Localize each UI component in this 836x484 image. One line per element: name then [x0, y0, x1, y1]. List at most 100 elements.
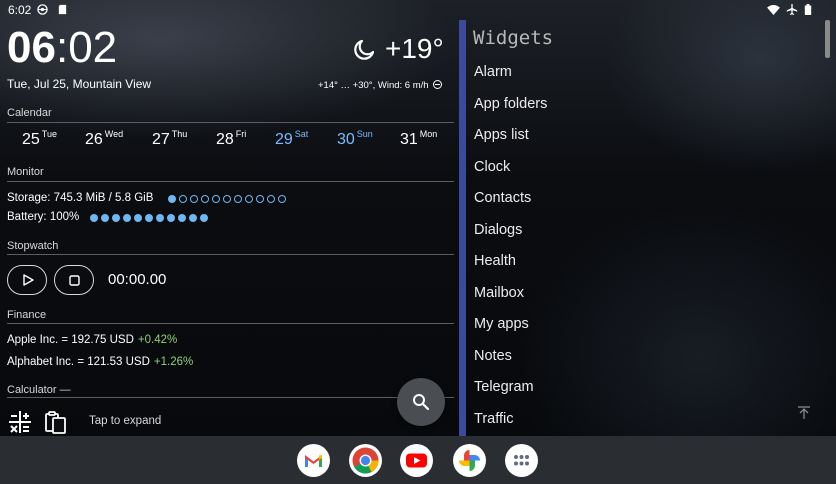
- meter-dot: [112, 214, 120, 222]
- calendar-row: 25 Tue 26 Wed 27 Thu 28 Fri 29 Sat 30 Sun 31 Mo…: [0, 129, 460, 155]
- dock: [0, 436, 836, 484]
- drawer-item-clock[interactable]: Clock: [474, 159, 510, 175]
- calendar-day-weekday: Sun: [356, 129, 373, 139]
- drawer-item-health[interactable]: Health: [474, 253, 516, 269]
- youtube-app[interactable]: [400, 444, 433, 477]
- meter-dot: [189, 214, 197, 222]
- stopwatch-time: 00:00.00: [108, 271, 167, 288]
- chrome-icon: [352, 447, 379, 474]
- drawer-item-notes[interactable]: Notes: [474, 348, 512, 364]
- calculator-tools-icon[interactable]: [8, 410, 32, 434]
- finance-row[interactable]: Alphabet Inc. = 121.53 USD +1.26%: [7, 356, 193, 368]
- meter-dot: [223, 195, 231, 203]
- calendar-day[interactable]: 30 Sun: [337, 129, 373, 149]
- drawer-item-apps-list[interactable]: Apps list: [474, 127, 529, 143]
- weather-details-text: +14° … +30°, Wind: 6 m/h: [318, 80, 429, 91]
- calendar-day-weekday: Thu: [171, 129, 188, 139]
- drawer-accent-bar: [459, 20, 466, 436]
- date-location[interactable]: Tue, Jul 25, Mountain View: [7, 77, 151, 91]
- drawer-item-contacts[interactable]: Contacts: [474, 190, 531, 206]
- drawer-item-dialogs[interactable]: Dialogs: [474, 222, 522, 238]
- calendar-day[interactable]: 25 Tue: [22, 129, 57, 149]
- calendar-label: Calendar: [7, 107, 52, 119]
- battery-text[interactable]: Battery: 100%: [7, 211, 79, 223]
- app-drawer-button[interactable]: [505, 444, 538, 477]
- status-time: 6:02: [8, 3, 32, 17]
- app-drawer-icon: [514, 455, 529, 466]
- clipboard-icon[interactable]: [44, 410, 68, 434]
- calendar-day-number: 30: [337, 131, 355, 148]
- calculator-divider: [7, 397, 454, 398]
- calculator-hint[interactable]: Tap to expand: [89, 415, 161, 427]
- monitor-label: Monitor: [7, 166, 44, 178]
- finance-label: Finance: [7, 309, 47, 321]
- drawer-scrollbar-thumb[interactable]: [825, 20, 830, 58]
- arrow-up-icon[interactable]: [797, 406, 811, 420]
- gmail-app[interactable]: [297, 444, 330, 477]
- calendar-day[interactable]: 27 Thu: [152, 129, 187, 149]
- meter-dot: [178, 214, 186, 222]
- calendar-day-weekday: Fri: [235, 129, 247, 139]
- meter-dot: [278, 195, 286, 203]
- stopwatch-play-button[interactable]: [7, 265, 47, 295]
- status-bar: 6:02: [0, 0, 836, 20]
- play-icon: [23, 274, 34, 286]
- finance-divider: [7, 323, 454, 324]
- meter-dot: [267, 195, 275, 203]
- drawer-item-mailbox[interactable]: Mailbox: [474, 285, 524, 301]
- finance-quote: Apple Inc. = 192.75 USD: [7, 334, 134, 346]
- widgets-drawer: Widgets Alarm App folders Apps list Cloc…: [459, 20, 836, 436]
- stopwatch-divider: [7, 254, 454, 255]
- calendar-day[interactable]: 28 Fri: [216, 129, 246, 149]
- meter-dot: [90, 214, 98, 222]
- drawer-item-telegram[interactable]: Telegram: [474, 379, 534, 395]
- clock-separator: :: [55, 23, 69, 72]
- clock-widget[interactable]: 06:02: [7, 26, 117, 70]
- drawer-item-alarm[interactable]: Alarm: [474, 64, 512, 80]
- calendar-day-number: 28: [216, 131, 234, 148]
- meter-dot: [134, 214, 142, 222]
- drawer-item-my-apps[interactable]: My apps: [474, 316, 529, 332]
- storage-text[interactable]: Storage: 745.3 MiB / 5.8 GiB: [7, 192, 153, 204]
- gmail-icon: [305, 455, 322, 467]
- calendar-day-weekday: Mon: [419, 129, 438, 139]
- wind-direction-icon: [433, 80, 443, 89]
- stop-icon: [69, 274, 80, 286]
- monitor-divider: [7, 181, 454, 182]
- calendar-day[interactable]: 26 Wed: [85, 129, 123, 149]
- youtube-icon: [406, 453, 427, 468]
- meter-dot: [156, 214, 164, 222]
- drawer-item-traffic[interactable]: Traffic: [474, 411, 513, 427]
- sd-card-icon: [58, 4, 67, 15]
- meter-dot: [256, 195, 264, 203]
- calendar-divider: [7, 122, 454, 123]
- meter-dot: [168, 195, 176, 203]
- calendar-day[interactable]: 29 Sat: [275, 129, 308, 149]
- clock-minute: 02: [68, 23, 118, 72]
- search-button[interactable]: [397, 378, 445, 426]
- calculator-label[interactable]: Calculator —: [7, 384, 71, 396]
- photos-app[interactable]: [453, 444, 486, 477]
- photos-icon: [459, 450, 480, 471]
- battery-icon: [804, 4, 812, 15]
- stopwatch-stop-button[interactable]: [54, 265, 94, 295]
- stopwatch-label: Stopwatch: [7, 240, 59, 252]
- finance-quote: Alphabet Inc. = 121.53 USD: [7, 356, 150, 368]
- finance-row[interactable]: Apple Inc. = 192.75 USD +0.42%: [7, 334, 177, 346]
- drawer-item-app-folders[interactable]: App folders: [474, 96, 547, 112]
- meter-dot: [145, 214, 153, 222]
- calendar-day-number: 27: [152, 131, 170, 148]
- wifi-icon: [767, 5, 780, 15]
- meter-dot: [190, 195, 198, 203]
- meter-dot: [245, 195, 253, 203]
- drawer-title: Widgets: [473, 27, 554, 49]
- chrome-app[interactable]: [349, 444, 382, 477]
- drawer-scrollbar[interactable]: [822, 20, 830, 436]
- calendar-day[interactable]: 31 Mon: [400, 129, 437, 149]
- meter-dot: [200, 214, 208, 222]
- meter-dot: [234, 195, 242, 203]
- finance-change: +1.26%: [153, 356, 194, 368]
- calendar-day-number: 31: [400, 131, 418, 148]
- meter-dot: [201, 195, 209, 203]
- weather-temperature[interactable]: +19°: [385, 33, 444, 65]
